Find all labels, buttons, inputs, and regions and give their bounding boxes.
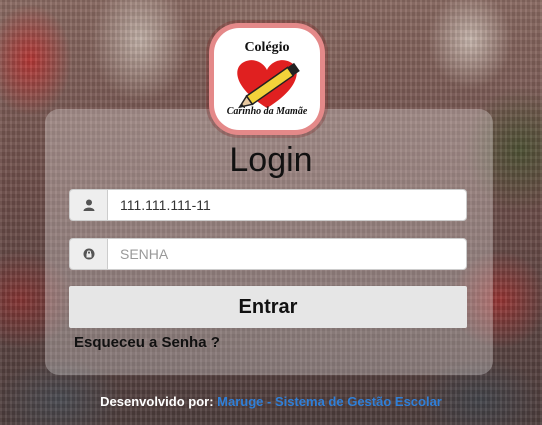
footer-prefix: Desenvolvido por: [100, 394, 214, 409]
lock-icon [69, 238, 107, 270]
user-field-group [69, 189, 467, 221]
login-button[interactable]: Entrar [69, 286, 467, 328]
logo-subtitle: Carinho da Mamãe [226, 106, 308, 117]
footer: Desenvolvido por: Maruge - Sistema de Ge… [0, 394, 542, 409]
forgot-password-link[interactable]: Esqueceu a Senha ? [74, 334, 220, 351]
school-logo: Colégio Carinho da Mamãe [209, 23, 325, 135]
developer-link[interactable]: Maruge - Sistema de Gestão Escolar [217, 394, 442, 409]
user-icon [69, 189, 107, 221]
page-title: Login [229, 141, 313, 179]
password-input[interactable] [107, 238, 467, 270]
logo-title: Colégio [244, 40, 290, 55]
password-field-group [69, 238, 467, 270]
cpf-input[interactable] [107, 189, 467, 221]
